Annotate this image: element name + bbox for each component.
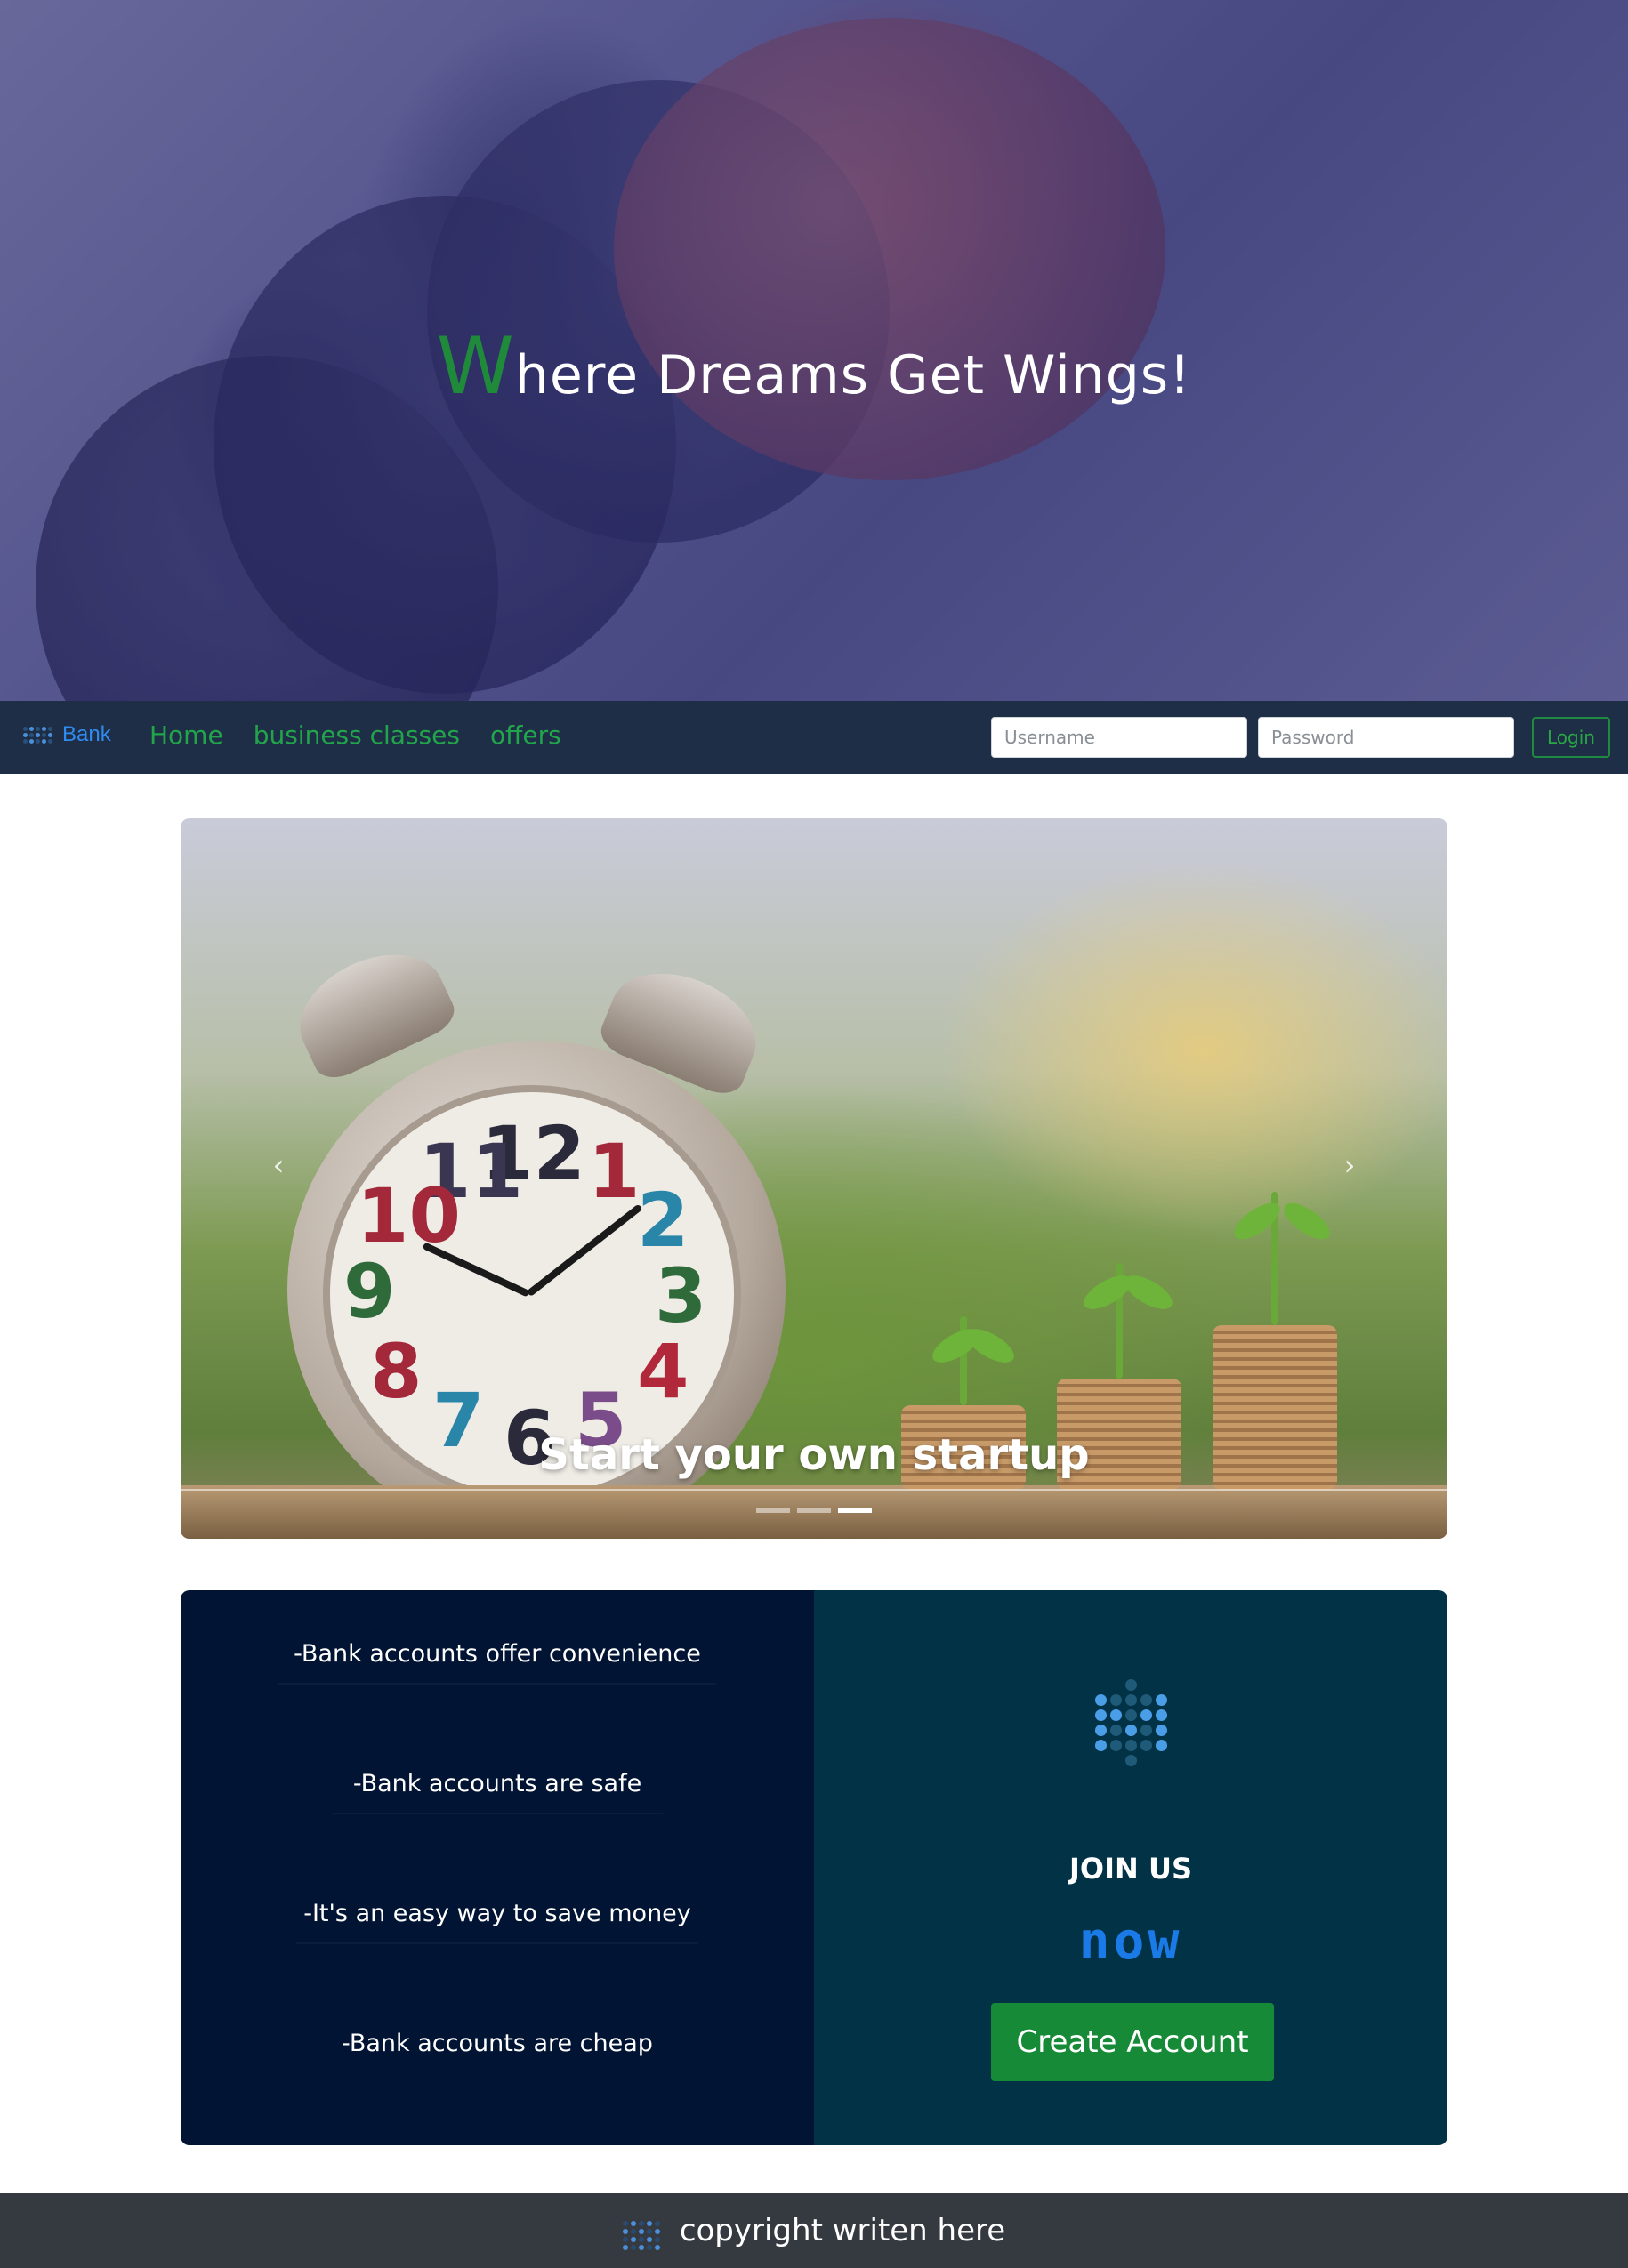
brand-link[interactable]: Bank: [21, 719, 111, 751]
benefit-item: -Bank accounts are cheap: [342, 2030, 653, 2057]
chevron-right-icon: ›: [1343, 1148, 1356, 1182]
nav-links: Home business classes offers: [149, 720, 561, 750]
nav-link-home[interactable]: Home: [149, 720, 223, 750]
join-title: JOIN US: [1069, 1852, 1192, 1886]
brand-label: Bank: [62, 722, 111, 746]
join-panel: JOIN US now Create Account: [814, 1590, 1447, 2145]
hero-title-first-letter: W: [436, 320, 515, 412]
username-input[interactable]: [991, 717, 1247, 758]
carousel-caption: Start your own startup: [538, 1430, 1090, 1480]
join-section: -Bank accounts offer convenience -Bank a…: [181, 1590, 1447, 2145]
caption-divider: [181, 1489, 1447, 1491]
join-now-text: now: [1078, 1910, 1183, 1971]
benefit-divider: [296, 1942, 698, 1944]
bank-logo-icon: [21, 719, 53, 751]
carousel-indicators: [181, 1508, 1447, 1513]
carousel-next-button[interactable]: ›: [1332, 1147, 1367, 1183]
benefit-item: -Bank accounts offer convenience: [294, 1640, 701, 1668]
nav-link-offers[interactable]: offers: [490, 720, 561, 750]
bank-logo-icon: [622, 2213, 660, 2257]
benefit-divider: [278, 1683, 716, 1685]
hero-title: Where Dreams Get Wings!: [0, 320, 1628, 412]
hero-title-text: here Dreams Get Wings!: [514, 344, 1192, 406]
benefit-divider: [332, 1813, 663, 1814]
benefit-item: -Bank accounts are safe: [352, 1770, 642, 1798]
login-button[interactable]: Login: [1532, 717, 1610, 758]
login-form: Login: [991, 717, 1610, 758]
footer-copyright: copyright writen here: [679, 2213, 1006, 2248]
nav-link-business-classes[interactable]: business classes: [254, 720, 460, 750]
carousel-indicator-active[interactable]: [838, 1508, 872, 1513]
carousel-prev-button[interactable]: ‹: [261, 1147, 296, 1183]
navbar: Bank Home business classes offers Login: [0, 701, 1628, 774]
password-input[interactable]: [1258, 717, 1514, 758]
carousel-indicator[interactable]: [756, 1508, 790, 1513]
benefit-item: -It's an easy way to save money: [303, 1900, 691, 1927]
footer: copyright writen here: [0, 2193, 1628, 2268]
bank-logo-icon: [1094, 1679, 1167, 1781]
carousel-indicator[interactable]: [797, 1508, 831, 1513]
image-carousel: 12 11 1 2 3 4 5 6 7 8 9 10 ‹ › Start you…: [181, 818, 1447, 1539]
hero-banner: Where Dreams Get Wings!: [0, 0, 1628, 701]
benefits-panel: -Bank accounts offer convenience -Bank a…: [181, 1590, 814, 2145]
chevron-left-icon: ‹: [272, 1148, 285, 1182]
create-account-button[interactable]: Create Account: [991, 2003, 1274, 2081]
